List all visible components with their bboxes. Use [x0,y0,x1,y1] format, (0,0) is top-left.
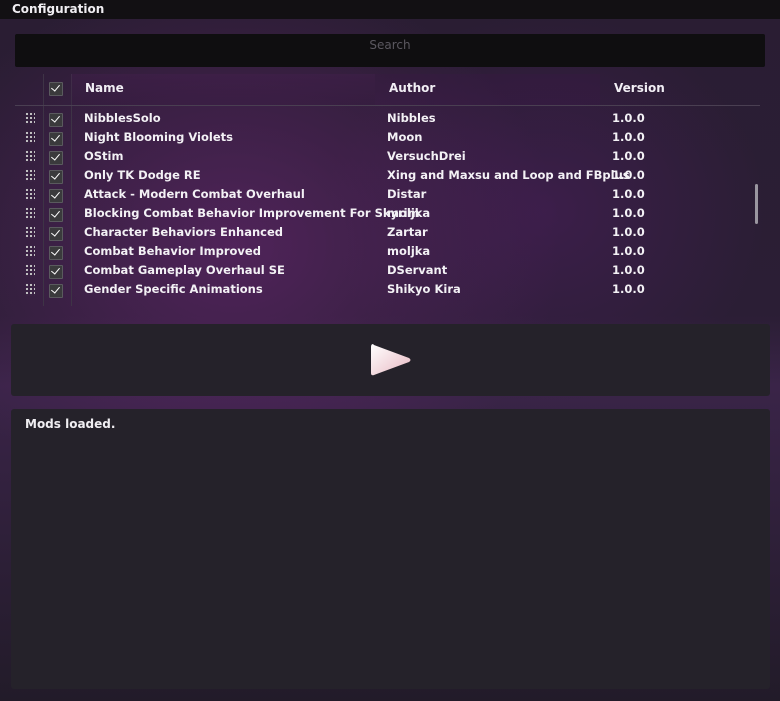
drag-handle-icon[interactable] [25,283,35,296]
drag-handle-icon[interactable] [25,169,35,182]
mod-name: OStim [84,149,124,163]
mod-name: Only TK Dodge RE [84,168,201,182]
title-bar: Configuration [0,0,780,19]
mod-version: 1.0.0 [612,225,645,239]
drag-handle-icon[interactable] [25,245,35,258]
mod-name: Combat Behavior Improved [84,244,261,258]
drag-handle-icon[interactable] [25,207,35,220]
row-checkbox[interactable] [49,151,63,165]
mod-author: VersuchDrei [387,149,466,163]
row-checkbox[interactable] [49,189,63,203]
column-header-name[interactable]: Name [71,74,375,105]
play-icon[interactable] [369,342,413,378]
mod-version: 1.0.0 [612,149,645,163]
table-header: Name Author Version [15,74,760,106]
table-row[interactable]: Gender Specific Animations Shikyo Kira 1.0… [15,280,760,299]
mod-author: Xing and Maxsu and Loop and FBplus [387,168,630,182]
table-row[interactable]: Night Blooming Violets Moon 1.0.0 [15,128,760,147]
row-checkbox[interactable] [49,208,63,222]
mod-version: 1.0.0 [612,244,645,258]
launch-panel [11,324,770,396]
mod-name: Gender Specific Animations [84,282,263,296]
mod-version: 1.0.0 [612,263,645,277]
row-checkbox[interactable] [49,170,63,184]
table-row[interactable]: NibblesSolo Nibbles 1.0.0 [15,109,760,128]
drag-handle-icon[interactable] [25,188,35,201]
mod-author: moljka [387,244,431,258]
mod-name: NibblesSolo [84,111,161,125]
mod-table: Name Author Version NibblesSolo Nibbles 1.… [15,74,765,306]
mod-name: Night Blooming Violets [84,130,233,144]
drag-handle-icon[interactable] [25,131,35,144]
table-row[interactable]: Attack - Modern Combat Overhaul Distar 1.0… [15,185,760,204]
mod-author: DServant [387,263,448,277]
table-row[interactable]: Blocking Combat Behavior Improvement For… [15,204,760,223]
table-row[interactable]: Only TK Dodge RE Xing and Maxsu and Loop … [15,166,760,185]
column-header-version[interactable]: Version [600,74,760,105]
mod-name: Character Behaviors Enhanced [84,225,284,239]
search-input[interactable] [15,36,765,54]
row-checkbox[interactable] [49,284,63,298]
drag-handle-icon[interactable] [25,264,35,277]
row-checkbox[interactable] [49,265,63,279]
table-scrollbar[interactable] [755,184,758,224]
row-checkbox[interactable] [49,227,63,241]
row-checkbox[interactable] [49,246,63,260]
drag-handle-icon[interactable] [25,150,35,163]
drag-handle-icon[interactable] [25,112,35,125]
mod-version: 1.0.0 [612,187,645,201]
column-header-author[interactable]: Author [375,74,600,105]
log-message: Mods loaded. [25,417,116,431]
table-row[interactable]: OStim VersuchDrei 1.0.0 [15,147,760,166]
mod-author: moljka [387,206,431,220]
mod-version: 1.0.0 [612,206,645,220]
table-row[interactable]: Combat Gameplay Overhaul SE DServant 1.0.0 [15,261,760,280]
mod-version: 1.0.0 [612,111,645,125]
mod-author: Shikyo Kira [387,282,461,296]
search-bar[interactable] [15,34,765,67]
log-panel: Mods loaded. [11,409,770,689]
mod-author: Moon [387,130,423,144]
mod-name: Blocking Combat Behavior Improvement For… [84,206,420,220]
mod-version: 1.0.0 [612,168,645,182]
table-row[interactable]: Combat Behavior Improved moljka 1.0.0 [15,242,760,261]
select-all-checkbox[interactable] [49,82,63,96]
table-body: NibblesSolo Nibbles 1.0.0 Night Blooming Vi… [15,109,760,299]
drag-handle-icon[interactable] [25,226,35,239]
mod-version: 1.0.0 [612,130,645,144]
mod-version: 1.0.0 [612,282,645,296]
window-title: Configuration [12,2,105,16]
header-checkbox-cell[interactable] [43,74,71,105]
table-row[interactable]: Character Behaviors Enhanced Zartar 1.0.0 [15,223,760,242]
mod-author: Zartar [387,225,428,239]
mod-name: Combat Gameplay Overhaul SE [84,263,285,277]
mod-author: Distar [387,187,427,201]
row-checkbox[interactable] [49,113,63,127]
row-checkbox[interactable] [49,132,63,146]
mod-author: Nibbles [387,111,436,125]
mod-name: Attack - Modern Combat Overhaul [84,187,305,201]
